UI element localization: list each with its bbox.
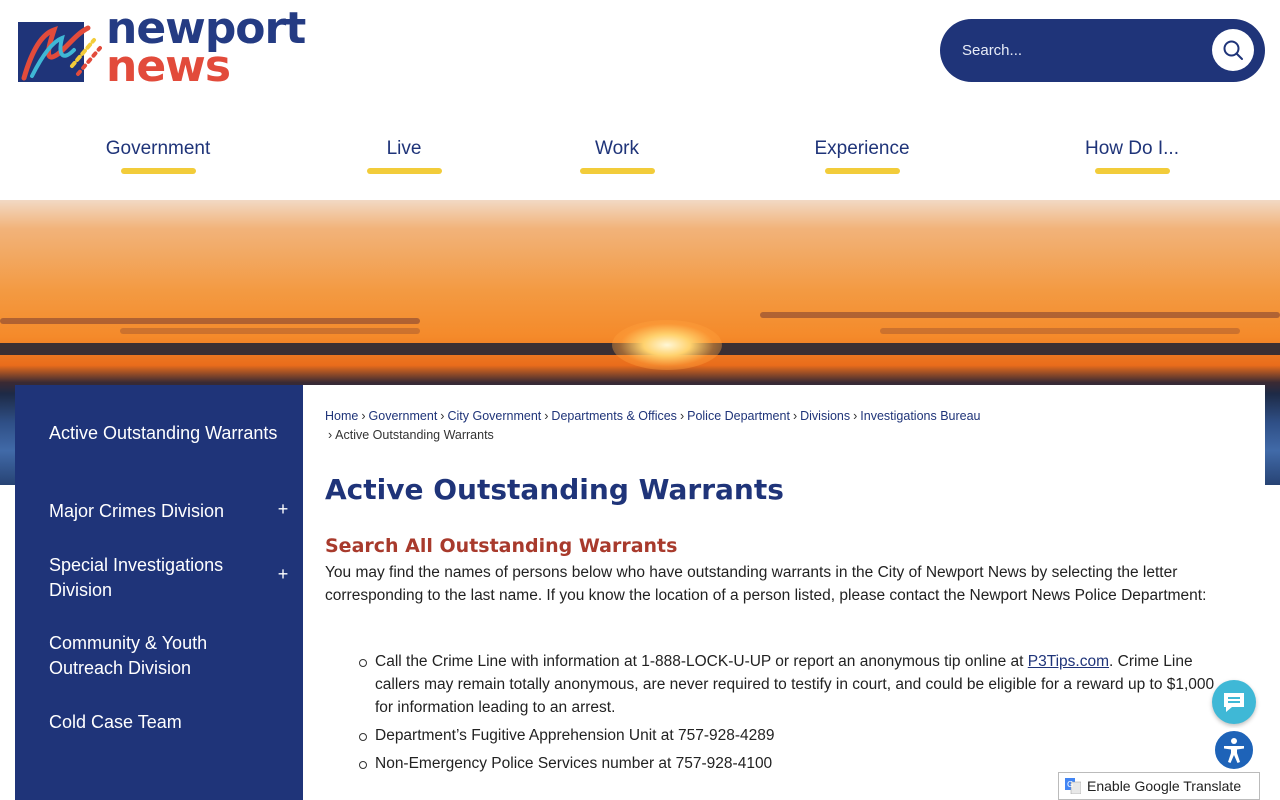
- accessibility-button[interactable]: [1212, 728, 1256, 772]
- search-input[interactable]: [962, 35, 1202, 65]
- nav-underline: [366, 168, 442, 174]
- nav-item-label: Experience: [814, 138, 910, 159]
- chat-bubble-icon: [1224, 693, 1244, 712]
- breadcrumb-current: Active Outstanding Warrants: [335, 428, 494, 442]
- nav-item-label: How Do I...: [1085, 138, 1179, 159]
- nav-item-how-do-i[interactable]: How Do I...: [1072, 138, 1192, 174]
- site-header: newport news Government Live: [0, 0, 1280, 200]
- hero-cloud: [760, 312, 1280, 318]
- sidebar-item-label: Community & Youth Outreach Division: [49, 633, 208, 678]
- section-title: Search All Outstanding Warrants: [325, 535, 678, 557]
- breadcrumb-link-departments-offices[interactable]: Departments & Offices: [551, 409, 677, 423]
- nav-item-government[interactable]: Government: [98, 138, 218, 174]
- page-title: Active Outstanding Warrants: [325, 473, 784, 506]
- breadcrumb-separator: ›: [853, 409, 858, 423]
- contact-list: Call the Crime Line with information at …: [325, 650, 1225, 780]
- breadcrumb-separator: ›: [792, 409, 798, 423]
- hero-cloud: [0, 318, 420, 324]
- list-item: Department’s Fugitive Apprehension Unit …: [325, 724, 1225, 747]
- hero-cloud: [120, 328, 420, 334]
- nav-item-label: Work: [595, 138, 639, 159]
- nav-item-label: Government: [105, 138, 211, 159]
- sidebar-item-label: Cold Case Team: [49, 712, 182, 732]
- site-logo[interactable]: newport news: [18, 7, 338, 94]
- search-icon: [1223, 40, 1243, 60]
- sidebar-item-label: Special Investigations Division: [49, 555, 224, 600]
- breadcrumb-link-police-department[interactable]: Police Department: [687, 409, 790, 423]
- logo-wordmark: newport news: [106, 7, 306, 89]
- breadcrumb: Home › Government › City Government › Departme…: [325, 407, 1245, 445]
- svg-text:G: G: [1067, 780, 1073, 789]
- translate-label: Enable Google Translate: [1087, 778, 1242, 794]
- p3tips-link[interactable]: P3Tips.com: [1028, 653, 1109, 670]
- breadcrumb-separator: ›: [679, 409, 685, 423]
- breadcrumb-separator: ›: [361, 409, 366, 423]
- nav-underline: [1094, 168, 1170, 174]
- accessibility-icon: [1224, 738, 1244, 763]
- hero-sun: [612, 320, 722, 370]
- logo-mark-icon: [18, 22, 102, 82]
- sidebar-item-active-outstanding-warrants[interactable]: Active Outstanding Warrants: [49, 421, 279, 446]
- sidebar-item-label: Active Outstanding Warrants: [49, 423, 278, 443]
- main-content: Home › Government › City Government › Departme…: [303, 385, 1265, 800]
- nav-underline: [824, 168, 900, 174]
- nav-item-live[interactable]: Live: [364, 138, 444, 174]
- list-item: Call the Crime Line with information at …: [325, 650, 1225, 719]
- nav-item-label: Live: [386, 138, 422, 159]
- breadcrumb-link-home[interactable]: Home: [325, 409, 358, 423]
- nav-underline: [120, 168, 196, 174]
- google-translate-icon: G: [1065, 778, 1081, 794]
- breadcrumb-separator: ›: [328, 428, 333, 442]
- breadcrumb-link-city-government[interactable]: City Government: [447, 409, 541, 423]
- nav-item-work[interactable]: Work: [577, 138, 657, 174]
- hero-cloud: [880, 328, 1240, 334]
- sidebar-item-cold-case-team[interactable]: Cold Case Team: [49, 710, 279, 735]
- breadcrumb-separator: ›: [440, 409, 445, 423]
- sidebar-item-label: Major Crimes Division: [49, 501, 225, 521]
- section-sidebar: Active Outstanding Warrants Major Crimes…: [15, 385, 303, 800]
- main-nav: Government Live Work Experience How Do I…: [0, 130, 1280, 180]
- sidebar-item-major-crimes-division[interactable]: Major Crimes Division: [49, 499, 279, 524]
- search-bar: [940, 19, 1265, 82]
- nav-underline: [579, 168, 655, 174]
- expand-special-investigations-button[interactable]: +: [275, 564, 291, 585]
- breadcrumb-link-divisions[interactable]: Divisions: [800, 409, 850, 423]
- google-translate-button[interactable]: G Enable Google Translate: [1058, 772, 1260, 800]
- sidebar-item-special-investigations-division[interactable]: Special Investigations Division: [49, 553, 279, 603]
- bullet-text: Call the Crime Line with information at …: [375, 653, 1028, 670]
- intro-paragraph: You may find the names of persons below …: [325, 564, 1207, 604]
- chat-button[interactable]: [1212, 680, 1256, 724]
- breadcrumb-link-government[interactable]: Government: [369, 409, 438, 423]
- nav-item-experience[interactable]: Experience: [802, 138, 922, 174]
- breadcrumb-link-investigations-bureau[interactable]: Investigations Bureau: [860, 409, 980, 423]
- expand-major-crimes-button[interactable]: +: [275, 499, 291, 520]
- breadcrumb-separator: ›: [544, 409, 549, 423]
- page: newport news Government Live: [0, 0, 1280, 800]
- sidebar-item-community-youth-outreach[interactable]: Community & Youth Outreach Division: [49, 631, 279, 681]
- search-button[interactable]: [1212, 29, 1254, 71]
